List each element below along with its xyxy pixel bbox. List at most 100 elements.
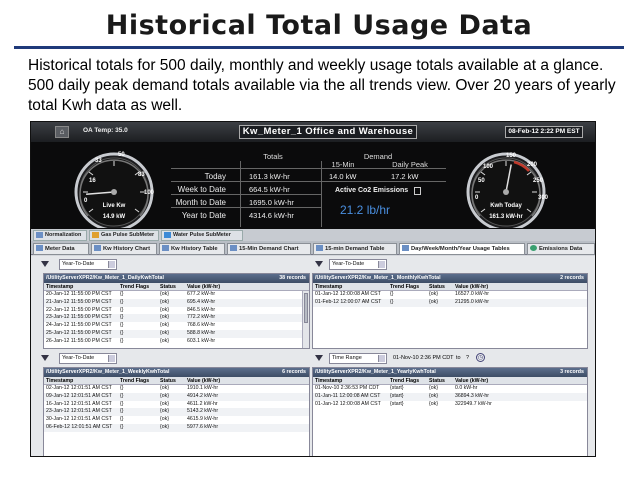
scrollbar[interactable] [302,291,309,348]
column-header[interactable]: Timestamp [315,283,342,291]
column-header[interactable]: Value (kW-hr) [187,377,220,385]
table-cell: 4611.2 kW-hr [187,400,218,407]
table-row[interactable]: 01-Jan-12 12:00:08 AM CST {start} {ok} 3229… [313,401,587,409]
column-header[interactable]: Trend Flags [390,283,419,291]
column-header[interactable]: Trend Flags [390,377,419,385]
table-cell: {ok} [160,314,169,321]
table-cell: {ok} [160,322,169,329]
tab-15min-demand-chart[interactable]: 15-Min Demand Chart [227,243,311,255]
table-row[interactable]: 02-Jan-12 12:01:51 AM CST {} {ok} 1910.1 kW… [44,385,309,393]
total-week-label: Week to Date [177,185,226,194]
table-row[interactable]: 26-Jan-12 11:55:00 PM CST {} {ok} 603.1 kW-… [44,338,309,346]
table-row[interactable]: 23-Jan-12 11:55:00 PM CST {} {ok} 772.2 kW-… [44,314,309,323]
yearly-range-select[interactable]: Time Range [329,353,387,364]
gauge-left-tick: 83 [138,172,145,178]
column-header[interactable]: Status [160,283,176,291]
collapse-icon[interactable] [41,261,49,267]
usage-tables-content: Year-To-Date Year-To-Date /UtilityServer… [31,256,595,456]
monthly-range-select[interactable]: Year-To-Date [329,259,387,270]
table-cell: {} [120,306,124,313]
main-tab-bar: Meter Data Kw History Chart Kw History T… [31,241,595,255]
table-cell: 30-Jan-12 12:01:51 AM CST [46,416,112,423]
table-row[interactable]: 01-Jan-11 12:00:08 AM CST {start} {ok} 3689… [313,392,587,401]
select-value: Year-To-Date [62,261,95,267]
table-cell: {ok} [160,423,169,430]
clock-icon[interactable]: ◷ [476,353,485,362]
table-cell: 5143.2 kW-hr [187,408,219,415]
column-header[interactable]: Timestamp [46,283,73,291]
column-header[interactable]: Value (kW-hr) [455,377,488,385]
daily-peak-value: 17.2 kW [391,172,419,181]
range-end[interactable]: ? [466,355,469,361]
collapse-icon[interactable] [315,261,323,267]
column-header[interactable]: Status [429,283,445,291]
table-row[interactable]: 23-Jan-12 12:01:51 AM CST {} {ok} 5143.2 kW… [44,408,309,417]
tab-emissions-data[interactable]: Emissions Data [527,243,595,255]
column-header[interactable]: Trend Flags [120,377,149,385]
column-header[interactable]: Value (kW-hr) [187,283,220,291]
table-cell: 4615.9 kW-hr [187,416,219,423]
table-cell: 5977.6 kW-hr [187,423,219,430]
column-header[interactable]: Status [429,377,445,385]
tab-15min-demand-table[interactable]: 15-min Demand Table [313,243,397,255]
tab-gas-pulse-submeter[interactable]: Gas Pulse SubMeter [89,230,159,241]
column-header[interactable]: Value (kW-hr) [455,283,488,291]
tab-label: Normalization [45,232,82,238]
table-cell: 23-Jan-12 11:55:00 PM CST [46,314,112,321]
table-row[interactable]: 21-Jan-12 11:55:00 PM CST {} {ok} 695.4 kW-… [44,298,309,307]
total-week-value: 664.5 kW-hr [249,185,290,194]
tab-water-pulse-submeter[interactable]: Water Pulse SubMeter [161,230,243,241]
table-cell: {} [120,337,124,344]
column-header[interactable]: Timestamp [46,377,73,385]
table-cell: 01-Feb-12 12:00:07 AM CST [315,298,382,305]
table-cell: 4914.2 kW-hr [187,392,219,399]
table-title: /UtilityServerXPR2/Kw_Meter_1_WeeklyKwhT… [44,368,309,377]
table-row[interactable]: 06-Feb-12 12:01:51 AM CST {} {ok} 5977.6 kW… [44,423,309,432]
table-row[interactable]: 01-Feb-12 12:00:07 AM CST {} {ok} 21295.0 k… [313,298,587,307]
tab-kw-history-table[interactable]: Kw History Table [159,243,225,255]
tab-kw-history-chart[interactable]: Kw History Chart [91,243,157,255]
weekly-range-select[interactable]: Year-To-Date [59,353,117,364]
daily-range-select[interactable]: Year-To-Date [59,259,117,270]
tab-normalization[interactable]: Normalization [33,230,87,241]
table-row[interactable]: 09-Jan-12 12:01:51 AM CST {} {ok} 4914.2 kW… [44,392,309,401]
select-value: Year-To-Date [332,261,365,267]
table-body: 01-Nov-10 2:36:53 PM CDT {start} {ok} 0.0 k… [313,385,587,408]
live-kw-value: 14.9 kW [102,214,126,220]
collapse-icon[interactable] [315,355,323,361]
table-path: /UtilityServerXPR2/Kw_Meter_1_YearlyKwhT… [315,369,436,375]
table-title: /UtilityServerXPR2/Kw_Meter_1_MonthlyKwh… [313,274,587,283]
column-header[interactable]: Status [160,377,176,385]
table-cell: {} [120,291,124,297]
column-header[interactable]: Timestamp [315,377,342,385]
table-row[interactable]: 30-Jan-12 12:01:51 AM CST {} {ok} 4615.9 kW… [44,416,309,424]
range-start[interactable]: 01-Nov-10 2:36 PM CDT [393,355,454,361]
table-row[interactable]: 01-Nov-10 2:36:53 PM CDT {start} {ok} 0.0 k… [313,385,587,393]
table-row[interactable]: 24-Jan-12 11:55:00 PM CST {} {ok} 768.6 kW-… [44,322,309,330]
tab-usage-tables[interactable]: Day/Week/Month/Year Usage Tables [399,243,525,255]
table-row[interactable]: 22-Jan-12 11:55:00 PM CST {} {ok} 846.5 kW-… [44,307,309,315]
table-row[interactable]: 25-Jan-12 11:55:00 PM CST {} {ok} 588.8 kW-… [44,329,309,338]
table-cell: {ok} [160,291,169,297]
table-row[interactable]: 16-Jan-12 12:01:51 AM CST {} {ok} 4611.2 kW… [44,401,309,409]
slide-title: Historical Total Usage Data [105,10,533,41]
gauge-left-tick: 100 [144,190,155,196]
tab-label: Emissions Data [539,246,583,252]
table-cell: {ok} [160,416,169,423]
home-icon[interactable]: ⌂ [55,126,69,138]
tab-label: Meter Data [45,246,75,252]
tab-label: 15-Min Demand Chart [239,246,299,252]
gauge-right-tick: 100 [483,164,494,170]
table-row[interactable]: 01-Jan-12 12:00:08 AM CST {} {ok} 16527.0 k… [313,291,587,299]
table-cell: 21-Jan-12 11:55:00 PM CST [46,298,112,305]
table-cell: 24-Jan-12 11:55:00 PM CST [46,322,112,329]
collapse-icon[interactable] [41,355,49,361]
tab-meter-data[interactable]: Meter Data [33,243,89,255]
submeter-tab-bar: Normalization Gas Pulse SubMeter Water P… [31,229,595,241]
table-cell: 06-Feb-12 12:01:51 AM CST [46,423,113,430]
table-cell: 1910.1 kW-hr [187,385,219,391]
column-header[interactable]: Trend Flags [120,283,149,291]
table-path: /UtilityServerXPR2/Kw_Meter_1_DailyKwhTo… [46,275,164,281]
table-row[interactable]: 20-Jan-12 11:55:00 PM CST {} {ok} 677.2 kW-… [44,291,309,299]
scroll-thumb[interactable] [304,293,308,323]
